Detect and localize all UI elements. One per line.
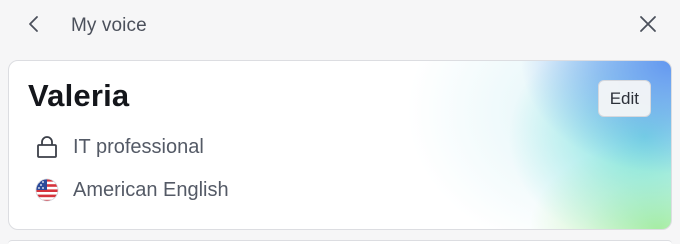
panel-header: My voice (0, 0, 680, 54)
voice-attribute-label: IT professional (73, 135, 204, 158)
back-button[interactable] (20, 12, 48, 40)
close-icon (639, 15, 657, 38)
chevron-left-icon (26, 15, 42, 38)
next-card-edge (8, 240, 672, 244)
voice-attribute-occupation: IT professional (35, 132, 204, 162)
voice-card: Valeria Edit IT professional American En… (8, 60, 672, 230)
voice-attribute-label: American English (73, 178, 229, 201)
page-title: My voice (71, 15, 147, 36)
us-flag-icon (35, 178, 59, 202)
close-button[interactable] (634, 12, 662, 40)
voice-attribute-accent: American English (35, 175, 229, 205)
voice-name: Valeria (28, 78, 130, 113)
edit-button[interactable]: Edit (597, 80, 651, 117)
lock-icon (35, 135, 59, 159)
